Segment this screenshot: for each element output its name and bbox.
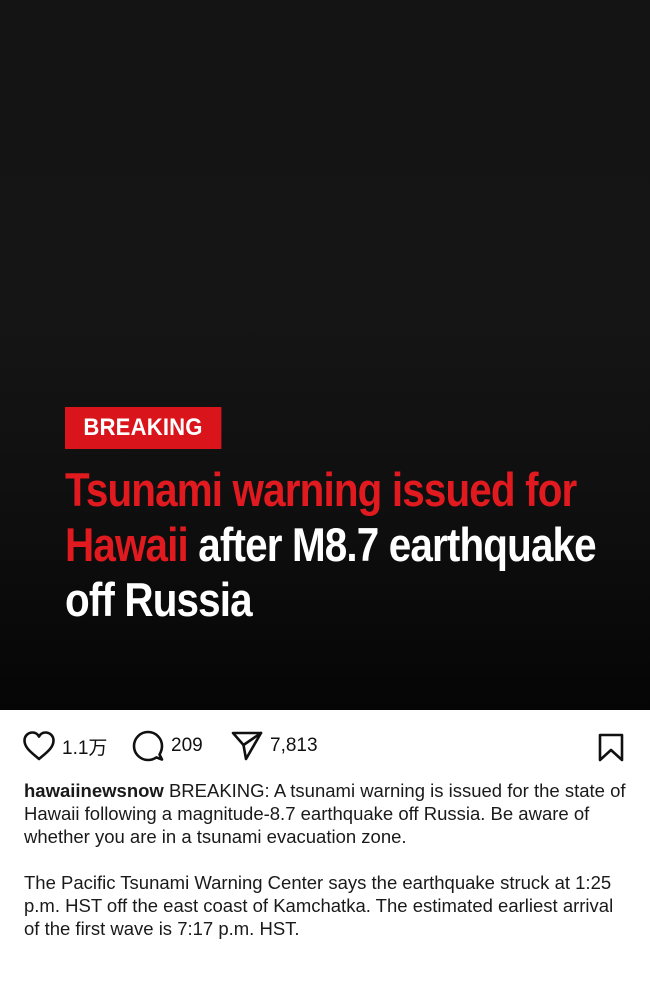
post-image[interactable]: BREAKING Tsunami warning issued for Hawa… xyxy=(0,0,650,710)
action-bar: 1.1万 209 7,813 xyxy=(0,726,650,766)
send-icon xyxy=(230,729,264,763)
caption-paragraph-1: hawaiinewsnow BREAKING: A tsunami warnin… xyxy=(24,779,629,848)
headline: Tsunami warning issued for Hawaii after … xyxy=(65,462,598,627)
bookmark-icon xyxy=(596,733,626,766)
caption-paragraph-2: The Pacific Tsunami Warning Center says … xyxy=(24,872,614,939)
share-button[interactable]: 7,813 xyxy=(230,726,318,766)
username-link[interactable]: hawaiinewsnow xyxy=(24,780,164,801)
save-button[interactable] xyxy=(596,732,626,767)
comment-count: 209 xyxy=(171,735,203,756)
heart-icon xyxy=(22,730,56,762)
breaking-badge: BREAKING xyxy=(65,407,222,449)
caption: hawaiinewsnow BREAKING: A tsunami warnin… xyxy=(24,779,629,940)
comment-icon xyxy=(131,729,165,763)
like-count: 1.1万 xyxy=(62,737,108,759)
comment-button[interactable]: 209 xyxy=(131,726,203,766)
share-count: 7,813 xyxy=(270,735,318,756)
like-button[interactable]: 1.1万 xyxy=(22,726,107,766)
